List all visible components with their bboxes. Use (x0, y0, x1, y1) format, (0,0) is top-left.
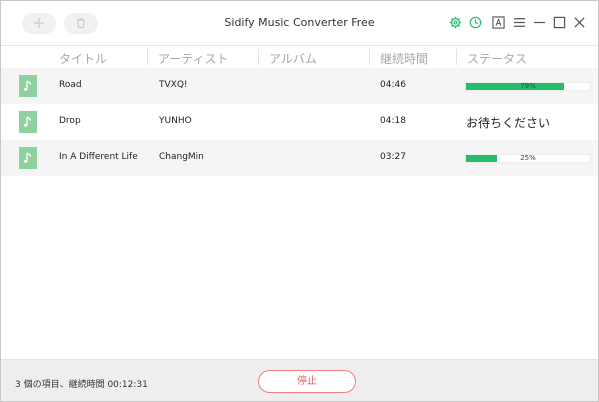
column-duration[interactable]: 継続時間 (380, 50, 428, 67)
column-artist[interactable]: アーティスト (158, 50, 229, 67)
status-footer: 3 個の項目、継続時間 00:12:31 停止 (1, 359, 598, 401)
column-title[interactable]: タイトル (59, 50, 107, 67)
column-divider (456, 49, 457, 65)
track-title: Drop (59, 116, 81, 126)
app-window: Sidify Music Converter Free タイトル アーティスト … (0, 0, 599, 402)
a-box-icon (491, 14, 505, 33)
track-duration: 04:18 (380, 116, 406, 126)
progress-label: 79% (520, 82, 536, 90)
progress-label: 25% (520, 154, 536, 162)
music-note-icon (19, 147, 37, 169)
close-button[interactable] (572, 16, 586, 30)
minimize-icon (533, 14, 546, 33)
column-header-row: タイトル アーティスト アルバム 継続時間 ステータス (1, 46, 598, 68)
progress-bar: 79% (465, 82, 591, 91)
clock-icon (469, 14, 482, 33)
column-divider (369, 49, 370, 65)
track-duration: 03:27 (380, 152, 406, 162)
track-artist: ChangMin (159, 152, 204, 162)
stop-button[interactable]: 停止 (258, 370, 356, 393)
settings-button[interactable] (448, 16, 462, 30)
menu-button[interactable] (512, 16, 526, 30)
gear-icon (449, 14, 462, 33)
track-duration: 04:46 (380, 80, 406, 90)
status-text: お待ちください (466, 116, 551, 130)
register-button[interactable] (491, 14, 505, 33)
maximize-button[interactable] (552, 16, 566, 30)
title-bar: Sidify Music Converter Free (1, 1, 598, 46)
track-artist: TVXQ! (159, 80, 188, 90)
music-note-icon (19, 75, 37, 97)
track-title: Road (59, 80, 82, 90)
column-divider (258, 49, 259, 65)
track-artist: YUNHO (159, 116, 192, 126)
summary-text: 3 個の項目、継続時間 00:12:31 (15, 380, 148, 390)
close-icon (573, 14, 586, 33)
column-album[interactable]: アルバム (269, 50, 317, 67)
track-row[interactable]: In A Different Life ChangMin 03:27 25% (1, 140, 598, 176)
hamburger-icon (513, 14, 526, 33)
history-button[interactable] (468, 16, 482, 30)
track-row[interactable]: Road TVXQ! 04:46 79% (1, 68, 598, 104)
maximize-icon (553, 14, 566, 33)
minimize-button[interactable] (532, 16, 546, 30)
window-title: Sidify Music Converter Free (224, 16, 375, 29)
track-title: In A Different Life (59, 152, 138, 162)
track-row[interactable]: Drop YUNHO 04:18 お待ちください (1, 104, 598, 140)
column-divider (147, 49, 148, 65)
music-note-icon (19, 111, 37, 133)
progress-bar: 25% (465, 154, 591, 163)
column-status[interactable]: ステータス (467, 50, 527, 67)
